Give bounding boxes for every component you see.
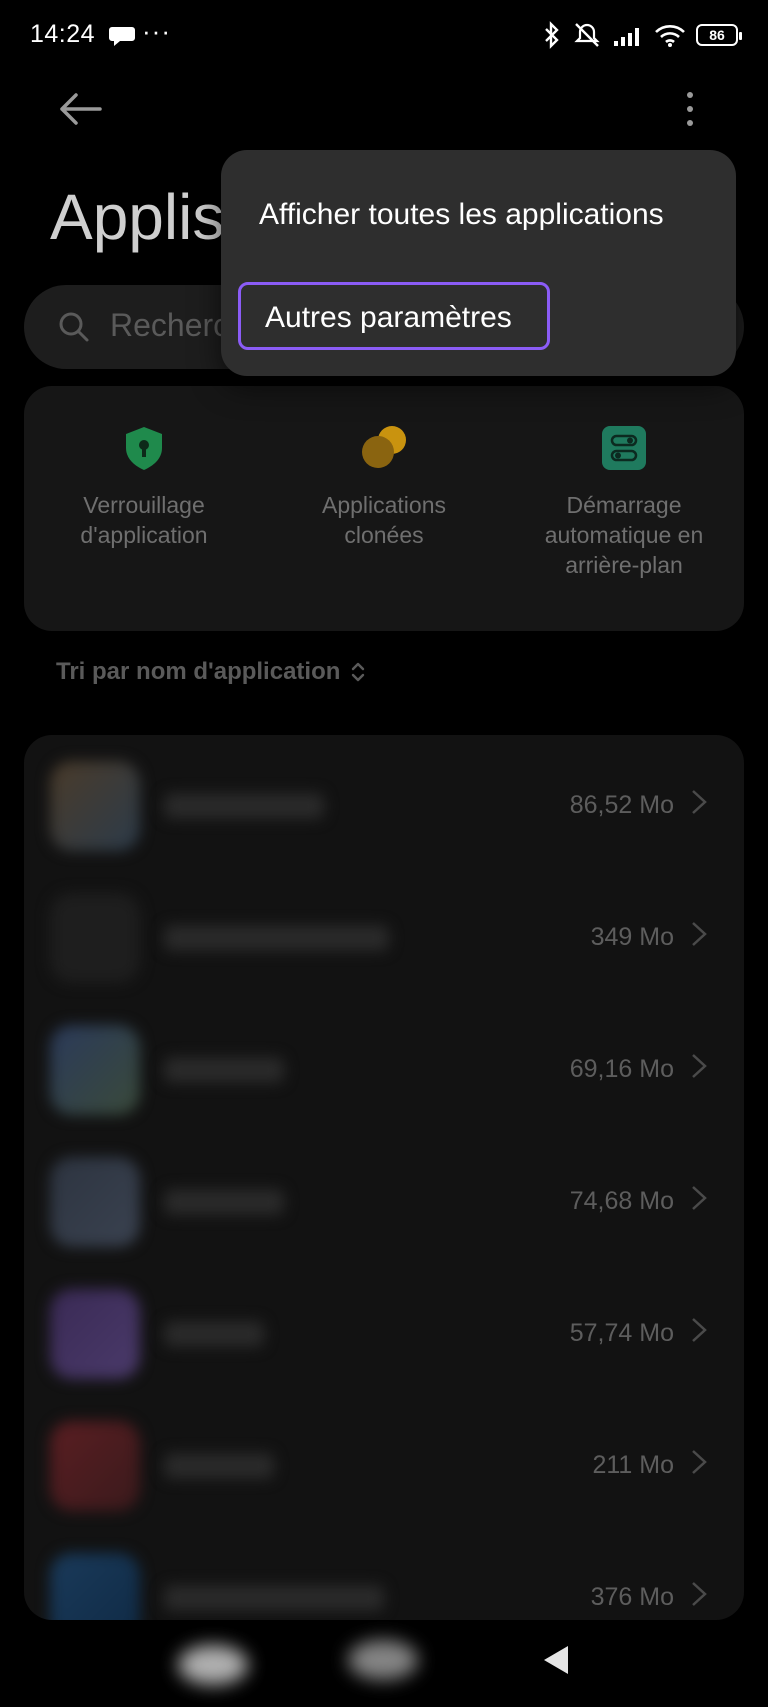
battery-level: 86: [709, 27, 725, 43]
sort-label: Tri par nom d'application: [56, 658, 341, 685]
back-button[interactable]: [50, 85, 110, 133]
chevron-right-icon: [692, 1582, 707, 1606]
app-name-blurred: [164, 1057, 284, 1083]
recents-icon[interactable]: [348, 1640, 418, 1680]
chevron-right-icon: [692, 1450, 707, 1474]
shortcut-label: Démarrage automatique en arrière-plan: [544, 492, 704, 578]
chevron-right-icon: [692, 922, 707, 946]
app-icon: [50, 1025, 140, 1115]
status-time: 14:24: [30, 20, 96, 48]
app-lock-shortcut[interactable]: Verrouillage d'application: [24, 424, 264, 550]
more-options-button[interactable]: [670, 85, 710, 133]
list-item[interactable]: 57,74 Mo: [24, 1263, 744, 1395]
app-icon: [50, 1421, 140, 1511]
app-icon: [50, 1289, 140, 1379]
menu-item-show-all-apps[interactable]: Afficher toutes les applications: [259, 198, 664, 232]
signal-icon: [614, 28, 639, 46]
app-name-blurred: [164, 1189, 284, 1215]
app-size: 86,52 Mo: [569, 791, 674, 819]
wifi-icon: [655, 25, 685, 47]
app-name-blurred: [164, 793, 324, 819]
cloned-apps-shortcut[interactable]: Applications clonées: [264, 424, 504, 550]
app-size: 211 Mo: [592, 1451, 674, 1479]
status-bar: 14:24 ··· 86: [0, 0, 768, 72]
chevron-right-icon: [692, 790, 707, 814]
clone-circles-icon: [360, 424, 408, 472]
app-list: 86,52 Mo 349 Mo 69,16 Mo 74,68 Mo 57,74 …: [24, 735, 744, 1620]
app-name-blurred: [164, 925, 389, 951]
search-input[interactable]: Recherc: [110, 307, 229, 344]
shield-lock-icon: [120, 424, 168, 472]
back-triangle-icon[interactable]: [540, 1642, 572, 1678]
shortcut-label: Verrouillage d'application: [80, 492, 208, 548]
list-item[interactable]: 86,52 Mo: [24, 735, 744, 867]
list-item[interactable]: 74,68 Mo: [24, 1131, 744, 1263]
toggle-autostart-icon: [600, 424, 648, 472]
app-icon: [50, 1157, 140, 1247]
list-item[interactable]: 211 Mo: [24, 1395, 744, 1527]
bluetooth-icon: [545, 21, 559, 49]
list-item[interactable]: 349 Mo: [24, 867, 744, 999]
status-overflow-dots: ···: [142, 16, 171, 46]
chat-bubble-icon: [109, 27, 135, 46]
battery-icon: 86: [696, 24, 742, 46]
list-item[interactable]: 69,16 Mo: [24, 999, 744, 1131]
chevron-right-icon: [692, 1318, 707, 1342]
chevron-right-icon: [692, 1186, 707, 1210]
more-vertical-icon: [687, 92, 693, 126]
app-name-blurred: [164, 1453, 274, 1479]
app-size: 349 Mo: [590, 923, 674, 951]
shortcuts-card: Verrouillage d'application Applications …: [24, 386, 744, 631]
app-size: 69,16 Mo: [569, 1055, 674, 1083]
home-icon[interactable]: [178, 1645, 248, 1685]
shortcut-label: Applications clonées: [321, 492, 447, 548]
app-name-blurred: [164, 1585, 384, 1611]
app-icon: [50, 893, 140, 983]
overflow-menu: Afficher toutes les applications Autres …: [221, 150, 736, 376]
search-icon: [59, 312, 89, 342]
sort-updown-icon: [352, 662, 365, 682]
app-size: 74,68 Mo: [569, 1187, 674, 1215]
arrow-left-icon: [60, 93, 102, 125]
app-name-blurred: [164, 1321, 264, 1347]
app-size: 57,74 Mo: [569, 1319, 674, 1347]
chevron-right-icon: [692, 1054, 707, 1078]
mute-icon: [574, 23, 600, 47]
app-icon: [50, 761, 140, 851]
sort-selector[interactable]: Tri par nom d'application: [56, 658, 366, 686]
navigation-bar: [0, 1620, 768, 1707]
app-icon: [50, 1553, 140, 1620]
page-title: Applis: [50, 181, 225, 253]
list-item[interactable]: 376 Mo: [24, 1527, 744, 1620]
app-size: 376 Mo: [590, 1583, 674, 1611]
autostart-shortcut[interactable]: Démarrage automatique en arrière-plan: [504, 424, 744, 580]
menu-item-other-settings[interactable]: Autres paramètres: [238, 282, 550, 350]
